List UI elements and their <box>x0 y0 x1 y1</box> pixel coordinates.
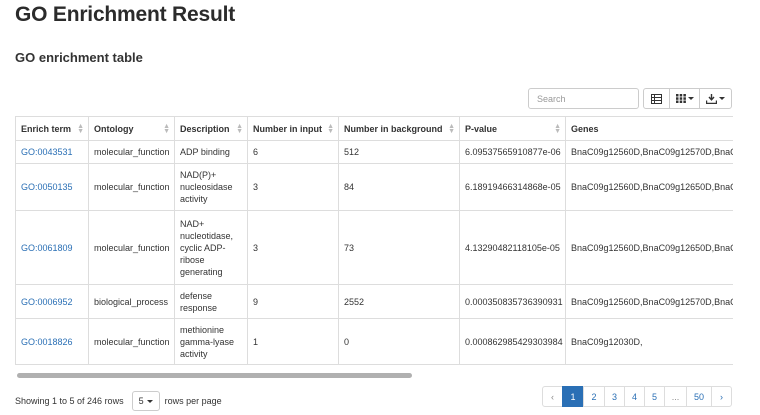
column-header-genes[interactable]: Genes▲▼ <box>565 116 733 141</box>
table-row: GO:0018826 molecular_function methionine… <box>15 318 733 365</box>
cell-ontology: molecular_function <box>88 140 175 164</box>
table-row: GO:0006952 biological_process defense re… <box>15 284 733 319</box>
cell-enrich-term: GO:0018826 <box>15 318 89 365</box>
showing-rows-text: Showing 1 to 5 of 246 rows <box>15 396 124 406</box>
table-row: GO:0061809 molecular_function NAD+ nucle… <box>15 210 733 285</box>
columns-button[interactable] <box>669 88 700 109</box>
column-header-label: Number in input <box>253 123 322 134</box>
column-header-label: Genes <box>571 123 599 134</box>
cell-number-in-background: 512 <box>338 140 460 164</box>
toggle-view-button[interactable] <box>643 88 670 109</box>
cell-p-value: 0.000350835736390931 <box>459 284 566 319</box>
cell-enrich-term: GO:0050135 <box>15 163 89 211</box>
cell-number-in-input: 9 <box>247 284 339 319</box>
column-header-label: Description <box>180 123 230 134</box>
cell-number-in-input: 3 <box>247 163 339 211</box>
cell-description: NAD(P)+ nucleosidase activity <box>174 163 248 211</box>
table-header-row: Enrich term ▲ ▼ Ontology ▲ ▼ Description ▲ ▼ N… <box>15 116 733 141</box>
page-button-50[interactable]: 50 <box>686 386 712 407</box>
sort-icon: ▲ ▼ <box>163 123 170 135</box>
chevron-down-icon <box>146 399 153 403</box>
sort-icon: ▲ ▼ <box>327 123 334 135</box>
cell-number-in-input: 6 <box>247 140 339 164</box>
cell-p-value: 6.09537565910877e-06 <box>459 140 566 164</box>
go-enrichment-table: Enrich term ▲ ▼ Ontology ▲ ▼ Description ▲ ▼ N… <box>15 116 733 365</box>
cell-genes: BnaC09g12560D,BnaC09g12570D,BnaC <box>565 284 733 319</box>
cell-genes: BnaC09g12560D,BnaC09g12650D,BnaC <box>565 210 733 285</box>
cell-genes: BnaC09g12560D,BnaC09g12650D,BnaC <box>565 163 733 211</box>
search-input[interactable] <box>528 88 639 109</box>
go-term-link[interactable]: GO:0061809 <box>21 243 73 253</box>
page-prev-button[interactable]: ‹ <box>542 386 563 407</box>
cell-description: ADP binding <box>174 140 248 164</box>
chevron-down-icon <box>719 97 725 100</box>
list-view-icon <box>651 93 662 104</box>
cell-number-in-background: 73 <box>338 210 460 285</box>
column-header-p-value[interactable]: P-value ▲ ▼ <box>459 116 566 141</box>
page-button-2[interactable]: 2 <box>583 386 605 407</box>
column-header-number-in-input[interactable]: Number in input ▲ ▼ <box>247 116 339 141</box>
page-ellipsis: ... <box>664 386 687 407</box>
cell-enrich-term: GO:0043531 <box>15 140 89 164</box>
sort-icon: ▲ ▼ <box>236 123 243 135</box>
column-header-number-in-background[interactable]: Number in background ▲ ▼ <box>338 116 460 141</box>
table-toolbar <box>643 88 732 109</box>
cell-description: NAD+ nucleotidase, cyclic ADP-ribose gen… <box>174 210 248 285</box>
cell-p-value: 4.13290482118105e-05 <box>459 210 566 285</box>
table-row: GO:0043531 molecular_function ADP bindin… <box>15 140 733 164</box>
cell-description: defense response <box>174 284 248 319</box>
column-header-label: Enrich term <box>21 123 72 134</box>
sort-icon: ▲ ▼ <box>77 123 84 135</box>
cell-description: methionine gamma-lyase activity <box>174 318 248 365</box>
chevron-down-icon <box>687 97 694 100</box>
page-button-4[interactable]: 4 <box>624 386 645 407</box>
page-button-1[interactable]: 1 <box>562 386 584 407</box>
scrollbar-thumb[interactable] <box>17 373 412 378</box>
page-button-3[interactable]: 3 <box>604 386 625 407</box>
column-header-label: P-value <box>465 123 498 134</box>
column-header-label: Ontology <box>94 123 134 134</box>
cell-ontology: molecular_function <box>88 210 175 285</box>
rows-per-page-text: rows per page <box>164 396 222 406</box>
column-header-label: Number in background <box>344 123 443 134</box>
page-title: GO Enrichment Result <box>15 3 236 26</box>
columns-grid-icon <box>675 94 686 103</box>
export-button[interactable] <box>699 88 732 109</box>
sort-icon: ▲ ▼ <box>554 123 561 135</box>
cell-p-value: 0.000862985429303984 <box>459 318 566 365</box>
pagination: ‹ 1 2 3 4 5 ... 50 › <box>542 386 732 407</box>
cell-number-in-input: 1 <box>247 318 339 365</box>
sort-icon: ▲ ▼ <box>448 123 455 135</box>
cell-number-in-background: 0 <box>338 318 460 365</box>
cell-number-in-background: 2552 <box>338 284 460 319</box>
page-size-dropdown[interactable]: 5 <box>131 391 160 411</box>
column-header-description[interactable]: Description ▲ ▼ <box>174 116 248 141</box>
cell-p-value: 6.18919466314868e-05 <box>459 163 566 211</box>
cell-enrich-term: GO:0006952 <box>15 284 89 319</box>
cell-ontology: molecular_function <box>88 163 175 211</box>
pagination-info: Showing 1 to 5 of 246 rows 5 rows per pa… <box>15 391 222 411</box>
horizontal-scrollbar[interactable] <box>15 372 733 380</box>
go-term-link[interactable]: GO:0006952 <box>21 297 73 307</box>
column-header-ontology[interactable]: Ontology ▲ ▼ <box>88 116 175 141</box>
column-header-enrich-term[interactable]: Enrich term ▲ ▼ <box>15 116 89 141</box>
page-next-button[interactable]: › <box>711 386 732 407</box>
cell-ontology: biological_process <box>88 284 175 319</box>
cell-number-in-input: 3 <box>247 210 339 285</box>
page-button-5[interactable]: 5 <box>644 386 665 407</box>
go-enrichment-table-container: Enrich term ▲ ▼ Ontology ▲ ▼ Description ▲ ▼ N… <box>15 116 733 378</box>
section-title: GO enrichment table <box>15 50 143 65</box>
cell-genes: BnaC09g12030D, <box>565 318 733 365</box>
cell-ontology: molecular_function <box>88 318 175 365</box>
page-size-value: 5 <box>138 396 144 406</box>
table-row: GO:0050135 molecular_function NAD(P)+ nu… <box>15 163 733 211</box>
export-icon <box>706 93 717 104</box>
go-term-link[interactable]: GO:0043531 <box>21 147 73 157</box>
cell-enrich-term: GO:0061809 <box>15 210 89 285</box>
cell-number-in-background: 84 <box>338 163 460 211</box>
cell-genes: BnaC09g12560D,BnaC09g12570D,BnaC <box>565 140 733 164</box>
go-term-link[interactable]: GO:0018826 <box>21 337 73 347</box>
go-term-link[interactable]: GO:0050135 <box>21 182 73 192</box>
